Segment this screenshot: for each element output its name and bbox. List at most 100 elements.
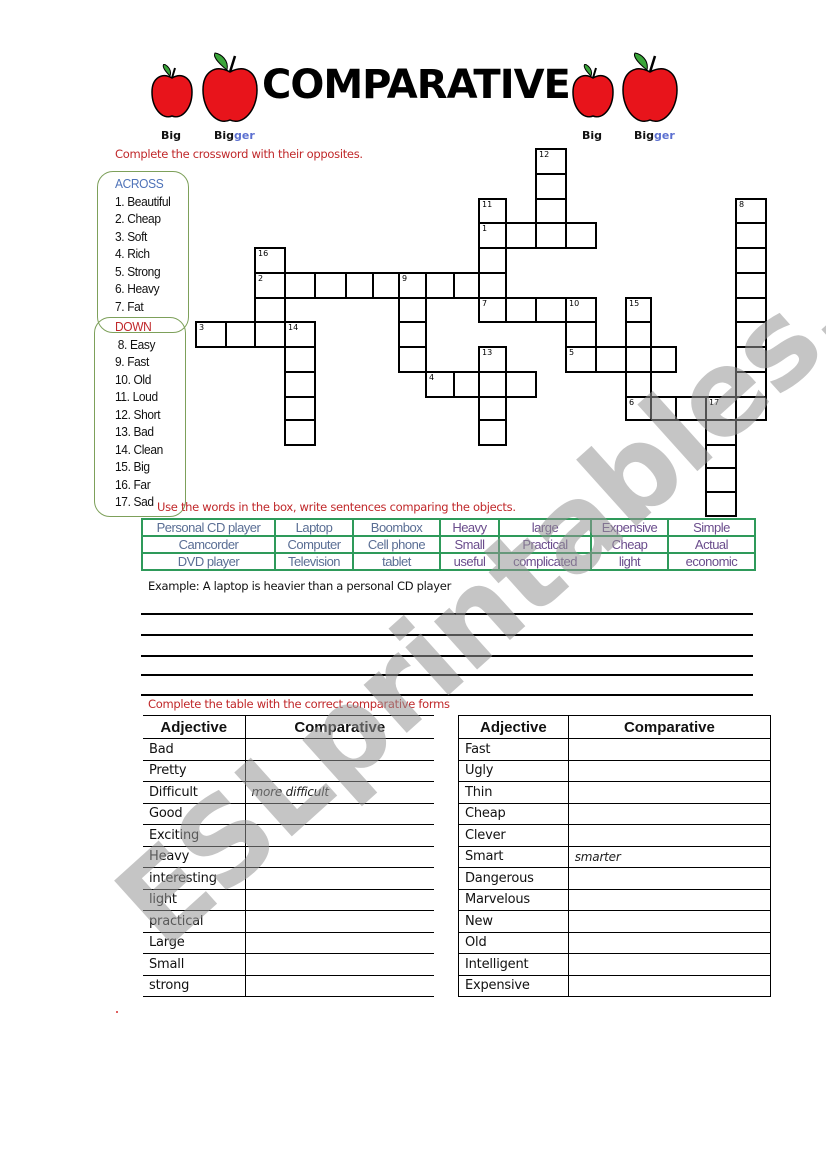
crossword-cell[interactable] [478,419,507,446]
crossword-cell[interactable] [735,346,767,373]
crossword-cell[interactable] [314,272,347,299]
crossword-cell[interactable]: 14 [284,321,316,348]
comparative-answer-cell[interactable] [245,824,434,847]
crossword-cell[interactable] [372,272,400,299]
comparative-answer-cell[interactable] [567,888,772,911]
comparative-answer-cell[interactable] [567,759,772,782]
crossword-cell[interactable] [735,297,767,323]
crossword-cell[interactable] [735,272,767,299]
crossword-cell[interactable]: 12 [535,148,567,175]
writing-line[interactable] [141,674,753,676]
crossword-cell[interactable] [345,272,374,299]
comparative-answer-cell[interactable] [567,802,772,825]
comparative-row: Heavy [143,845,434,868]
comparative-answer-cell[interactable] [245,738,434,761]
writing-line[interactable] [141,634,753,636]
crossword-cell[interactable] [625,321,652,348]
crossword-cell[interactable] [284,419,316,446]
comparative-answer-cell[interactable] [245,974,434,997]
crossword-cell[interactable] [284,272,316,299]
comparative-answer-cell[interactable] [567,953,772,976]
crossword-cell[interactable]: 9 [398,272,427,299]
crossword-cell[interactable]: 16 [254,247,286,274]
crossword-cell[interactable] [398,297,427,323]
crossword-cell[interactable]: 10 [565,297,597,323]
crossword-cell[interactable] [535,297,567,323]
crossword-cell[interactable] [595,346,627,373]
crossword-cell[interactable] [453,371,480,398]
writing-line[interactable] [141,613,753,615]
crossword-cell[interactable] [398,346,427,373]
crossword-cell[interactable] [625,371,652,398]
crossword-cell[interactable]: 7 [478,297,507,323]
crossword-cell[interactable] [505,222,537,249]
crossword-cell[interactable] [705,444,737,469]
comparative-answer-cell[interactable] [245,931,434,954]
crossword-cell[interactable] [478,371,507,398]
crossword-cell[interactable]: 6 [625,396,652,421]
comparative-answer-cell[interactable] [245,845,434,868]
comparative-answer-cell[interactable] [245,888,434,911]
crossword-cell[interactable] [565,321,597,348]
writing-line[interactable] [141,694,753,696]
crossword-cell[interactable] [284,371,316,398]
crossword-cell[interactable] [625,346,652,373]
crossword-cell[interactable] [650,346,677,373]
crossword-cell[interactable]: 5 [565,346,597,373]
crossword-cell[interactable] [735,396,767,421]
crossword-cell[interactable] [478,396,507,421]
comparative-answer-cell[interactable] [567,867,772,890]
crossword-cell[interactable] [398,321,427,348]
comparative-answer-cell[interactable] [245,759,434,782]
crossword-cell[interactable] [735,371,767,398]
crossword-cell[interactable] [705,467,737,493]
crossword-cell[interactable] [735,222,767,249]
crossword-cell[interactable] [565,222,597,249]
crossword-cell[interactable] [705,491,737,517]
crossword-cell[interactable] [284,396,316,421]
crossword-cell[interactable]: 1 [478,222,507,249]
comparative-answer-cell[interactable]: more difficult [245,781,434,804]
comparative-row: Smart smarter [458,845,772,868]
crossword-cell[interactable] [505,297,537,323]
comparative-answer-cell[interactable]: smarter [567,845,772,868]
crossword-cell[interactable] [675,396,707,421]
comparative-answer-cell[interactable] [567,931,772,954]
comparative-answer-cell[interactable] [245,910,434,933]
crossword-cell[interactable]: 15 [625,297,652,323]
comparative-answer-cell[interactable] [567,974,772,997]
crossword-cell[interactable]: 8 [735,198,767,224]
crossword-cell[interactable]: 17 [705,396,737,421]
crossword-cell[interactable] [254,321,286,348]
crossword-cell[interactable]: 13 [478,346,507,373]
crossword-cell[interactable] [535,222,567,249]
crossword-cell[interactable]: 4 [425,371,455,398]
comparative-answer-cell[interactable] [567,781,772,804]
comparative-answer-cell[interactable] [245,953,434,976]
crossword-cell[interactable] [705,419,737,446]
clue-item: 11. Loud [115,389,158,404]
crossword-cell[interactable] [284,346,316,373]
comparative-answer-cell[interactable] [245,867,434,890]
comparative-answer-cell[interactable] [245,802,434,825]
crossword-cell[interactable] [735,321,767,348]
crossword-cell[interactable] [735,247,767,274]
crossword-cell[interactable] [535,173,567,200]
crossword-cell[interactable] [225,321,256,348]
comparative-answer-cell[interactable] [567,824,772,847]
clue-number: 15 [629,299,640,308]
comparative-answer-cell[interactable] [567,738,772,761]
crossword-cell[interactable] [254,297,286,323]
crossword-cell[interactable] [535,198,567,224]
crossword-cell[interactable] [478,272,507,299]
crossword-cell[interactable] [478,247,507,274]
comparative-answer-cell[interactable] [567,910,772,933]
crossword-cell[interactable] [453,272,480,299]
crossword-cell[interactable]: 3 [195,321,227,348]
crossword-cell[interactable]: 11 [478,198,507,224]
crossword-cell[interactable] [425,272,455,299]
writing-line[interactable] [141,655,753,657]
crossword-cell[interactable] [650,396,677,421]
crossword-cell[interactable]: 2 [254,272,286,299]
crossword-cell[interactable] [505,371,537,398]
